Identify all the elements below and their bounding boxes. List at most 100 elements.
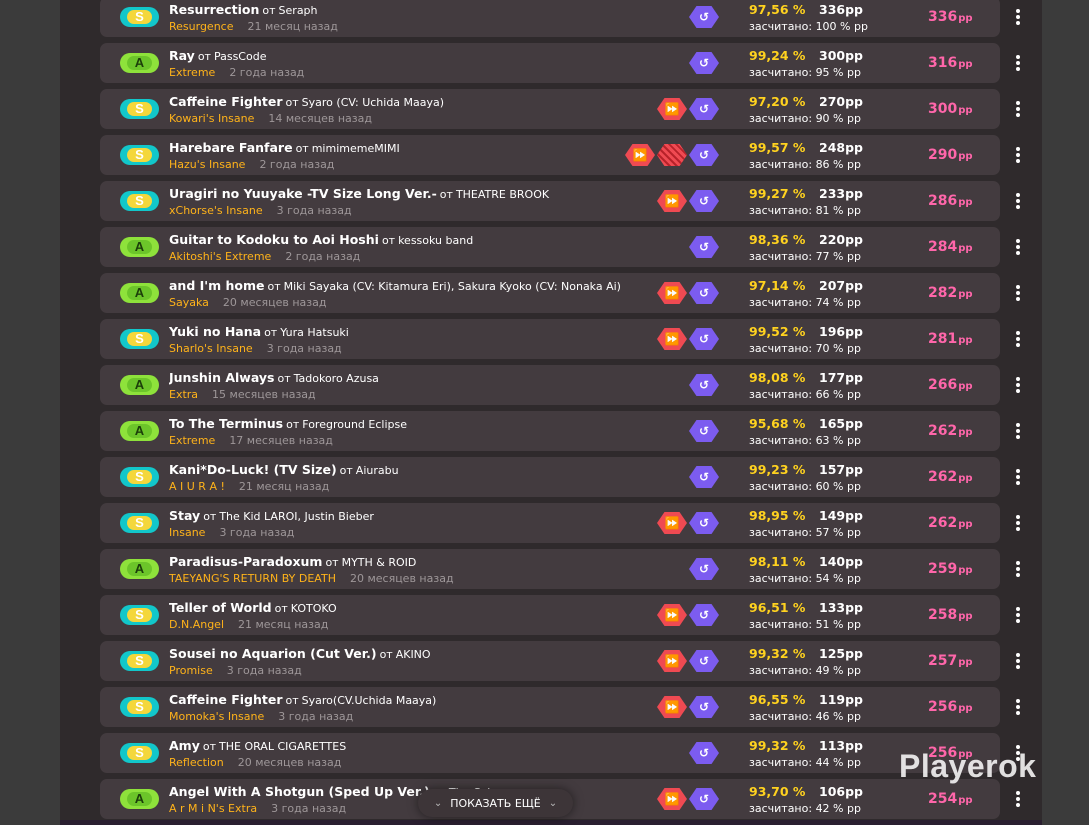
- time-ago: 3 года назад: [278, 710, 354, 723]
- mods-list: ↺: [689, 741, 719, 765]
- raw-pp: 248pp: [819, 140, 863, 155]
- beatmap-title-line[interactable]: Uragiri no Yuuyake -TV Size Long Ver.- от…: [169, 186, 689, 201]
- grade-badge: S: [120, 651, 159, 671]
- beatmap-title-line[interactable]: and I'm home от Miki Sayaka (CV: Kitamura …: [169, 278, 689, 293]
- beatmap-title-line[interactable]: Teller of World от KOTOKO: [169, 600, 689, 615]
- score-row[interactable]: S Amy от THE ORAL CIGARETTES Reflection 20 …: [100, 733, 1020, 773]
- weighted-pp-value: 284: [928, 239, 958, 255]
- more-options-icon[interactable]: [1011, 651, 1025, 671]
- accuracy: 97,14 %: [749, 278, 806, 293]
- difficulty-name: xChorse's Insane: [169, 204, 263, 217]
- weighted-pp-value: 300: [928, 101, 958, 117]
- grade-letter: A: [127, 424, 152, 438]
- grade-badge: S: [120, 191, 159, 211]
- beatmap-title-line[interactable]: Harebare Fanfare от mimimemeMIMI: [169, 140, 689, 155]
- beatmap-title-line[interactable]: To The Terminus от Foreground Eclipse: [169, 416, 689, 431]
- beatmap-artist: The Kid LAROI, Justin Bieber: [219, 510, 374, 523]
- mods-list: ↺: [689, 419, 719, 443]
- grade-badge: S: [120, 467, 159, 487]
- more-options-icon[interactable]: [1011, 237, 1025, 257]
- mod-clock-icon: ↺: [689, 52, 719, 74]
- more-options-icon[interactable]: [1011, 145, 1025, 165]
- mod-speed-icon: ⏩: [657, 788, 687, 810]
- pp-unit: pp: [958, 197, 973, 208]
- difficulty-name: Extra: [169, 388, 199, 401]
- score-row[interactable]: S Caffeine Fighter от Syaro (CV: Uchida Ma…: [100, 89, 1020, 129]
- more-options-icon[interactable]: [1011, 375, 1025, 395]
- more-options-icon[interactable]: [1011, 513, 1025, 533]
- difficulty-name: D.N.Angel: [169, 618, 224, 631]
- more-options-icon[interactable]: [1011, 467, 1025, 487]
- difficulty-name: TAEYANG'S RETURN BY DEATH: [169, 572, 336, 585]
- accuracy: 93,70 %: [749, 784, 806, 799]
- score-row[interactable]: A Ray от PassCode Extreme 2 года назад ↺ 99…: [100, 43, 1020, 83]
- beatmap-title-line[interactable]: Guitar to Kodoku to Aoi Hoshi от kessoku b…: [169, 232, 689, 247]
- score-row[interactable]: A Paradisus-Paradoxum от MYTH & ROID TAEYA…: [100, 549, 1020, 589]
- mods-list: ⏩ ↺: [657, 649, 719, 673]
- more-options-icon[interactable]: [1011, 789, 1025, 809]
- beatmap-title-line[interactable]: Ray от PassCode: [169, 48, 689, 63]
- weight-value: 100 % pp: [815, 20, 868, 33]
- mods-list: ⏩ ↺: [625, 143, 719, 167]
- more-options-icon[interactable]: [1011, 53, 1025, 73]
- bottom-divider: [60, 820, 1042, 825]
- beatmap-title: Resurrection: [169, 2, 260, 17]
- accuracy: 99,24 %: [749, 48, 806, 63]
- grade-letter: A: [127, 286, 152, 300]
- mod-clock-icon: ↺: [689, 558, 719, 580]
- weighted-pp-value: 281: [928, 331, 958, 347]
- counted-weight: засчитано: 77 % pp: [749, 250, 861, 263]
- more-options-icon[interactable]: [1011, 697, 1025, 717]
- beatmap-title-line[interactable]: Amy от THE ORAL CIGARETTES: [169, 738, 689, 753]
- score-row[interactable]: S Uragiri no Yuuyake -TV Size Long Ver.-…: [100, 181, 1020, 221]
- weight-value: 90 % pp: [815, 112, 861, 125]
- more-options-icon[interactable]: [1011, 7, 1025, 27]
- score-row[interactable]: S Sousei no Aquarion (Cut Ver.) от AKINO P…: [100, 641, 1020, 681]
- more-options-icon[interactable]: [1011, 191, 1025, 211]
- beatmap-title-line[interactable]: Yuki no Hana от Yura Hatsuki: [169, 324, 689, 339]
- score-row[interactable]: A and I'm home от Miki Sayaka (CV: Kitamur…: [100, 273, 1020, 313]
- mods-list: ↺: [689, 465, 719, 489]
- score-row[interactable]: S Caffeine Fighter от Syaro(CV.Uchida Maay…: [100, 687, 1020, 727]
- beatmap-title: Teller of World: [169, 600, 272, 615]
- beatmap-artist: Syaro(CV.Uchida Maaya): [301, 694, 437, 707]
- beatmap-meta-line: Akitoshi's Extreme 2 года назад: [169, 250, 689, 263]
- difficulty-name: A I U R A !: [169, 480, 225, 493]
- beatmap-title-line[interactable]: Resurrection от Seraph: [169, 2, 689, 17]
- score-row[interactable]: S Yuki no Hana от Yura Hatsuki Sharlo's In…: [100, 319, 1020, 359]
- beatmap-title-line[interactable]: Paradisus-Paradoxum от MYTH & ROID: [169, 554, 689, 569]
- score-row[interactable]: A Junshin Always от Tadokoro Azusa Extra 15…: [100, 365, 1020, 405]
- score-row[interactable]: S Teller of World от KOTOKO D.N.Angel 21 ме…: [100, 595, 1020, 635]
- beatmap-title-line[interactable]: Stay от The Kid LAROI, Justin Bieber: [169, 508, 689, 523]
- score-row[interactable]: S Kani*Do-Luck! (TV Size) от Aiurabu A I U…: [100, 457, 1020, 497]
- beatmap-meta-line: D.N.Angel 21 месяц назад: [169, 618, 689, 631]
- score-row[interactable]: S Harebare Fanfare от mimimemeMIMI Hazu's …: [100, 135, 1020, 175]
- weight-value: 81 % pp: [815, 204, 861, 217]
- more-options-icon[interactable]: [1011, 329, 1025, 349]
- beatmap-title-line[interactable]: Caffeine Fighter от Syaro(CV.Uchida Maaya): [169, 692, 689, 707]
- difficulty-name: Sharlo's Insane: [169, 342, 253, 355]
- time-ago: 21 месяц назад: [238, 480, 330, 493]
- beatmap-title-line[interactable]: Junshin Always от Tadokoro Azusa: [169, 370, 689, 385]
- score-row[interactable]: S Stay от The Kid LAROI, Justin Bieber Ins…: [100, 503, 1020, 543]
- grade-badge: A: [120, 237, 159, 257]
- score-row[interactable]: A Guitar to Kodoku to Aoi Hoshi от kessoku…: [100, 227, 1020, 267]
- time-ago: 3 года назад: [266, 342, 342, 355]
- more-options-icon[interactable]: [1011, 605, 1025, 625]
- beatmap-title-line[interactable]: Kani*Do-Luck! (TV Size) от Aiurabu: [169, 462, 689, 477]
- more-options-icon[interactable]: [1011, 283, 1025, 303]
- accuracy: 99,27 %: [749, 186, 806, 201]
- score-row[interactable]: S Resurrection от Seraph Resurgence 21 меся…: [100, 0, 1020, 37]
- score-row[interactable]: A To The Terminus от Foreground Eclipse Ex…: [100, 411, 1020, 451]
- beatmap-artist: kessoku band: [398, 234, 474, 247]
- more-options-icon[interactable]: [1011, 99, 1025, 119]
- show-more-button[interactable]: ⌄ ПОКАЗАТЬ ЕЩЁ ⌄: [418, 789, 573, 817]
- beatmap-title-line[interactable]: Sousei no Aquarion (Cut Ver.) от AKINO: [169, 646, 689, 661]
- grade-letter: S: [127, 10, 152, 24]
- more-options-icon[interactable]: [1011, 421, 1025, 441]
- beatmap-title-line[interactable]: Caffeine Fighter от Syaro (CV: Uchida Maay…: [169, 94, 689, 109]
- beatmap-title: Guitar to Kodoku to Aoi Hoshi: [169, 232, 379, 247]
- counted-weight: засчитано: 95 % pp: [749, 66, 861, 79]
- more-options-icon[interactable]: [1011, 559, 1025, 579]
- weight-value: 57 % pp: [815, 526, 861, 539]
